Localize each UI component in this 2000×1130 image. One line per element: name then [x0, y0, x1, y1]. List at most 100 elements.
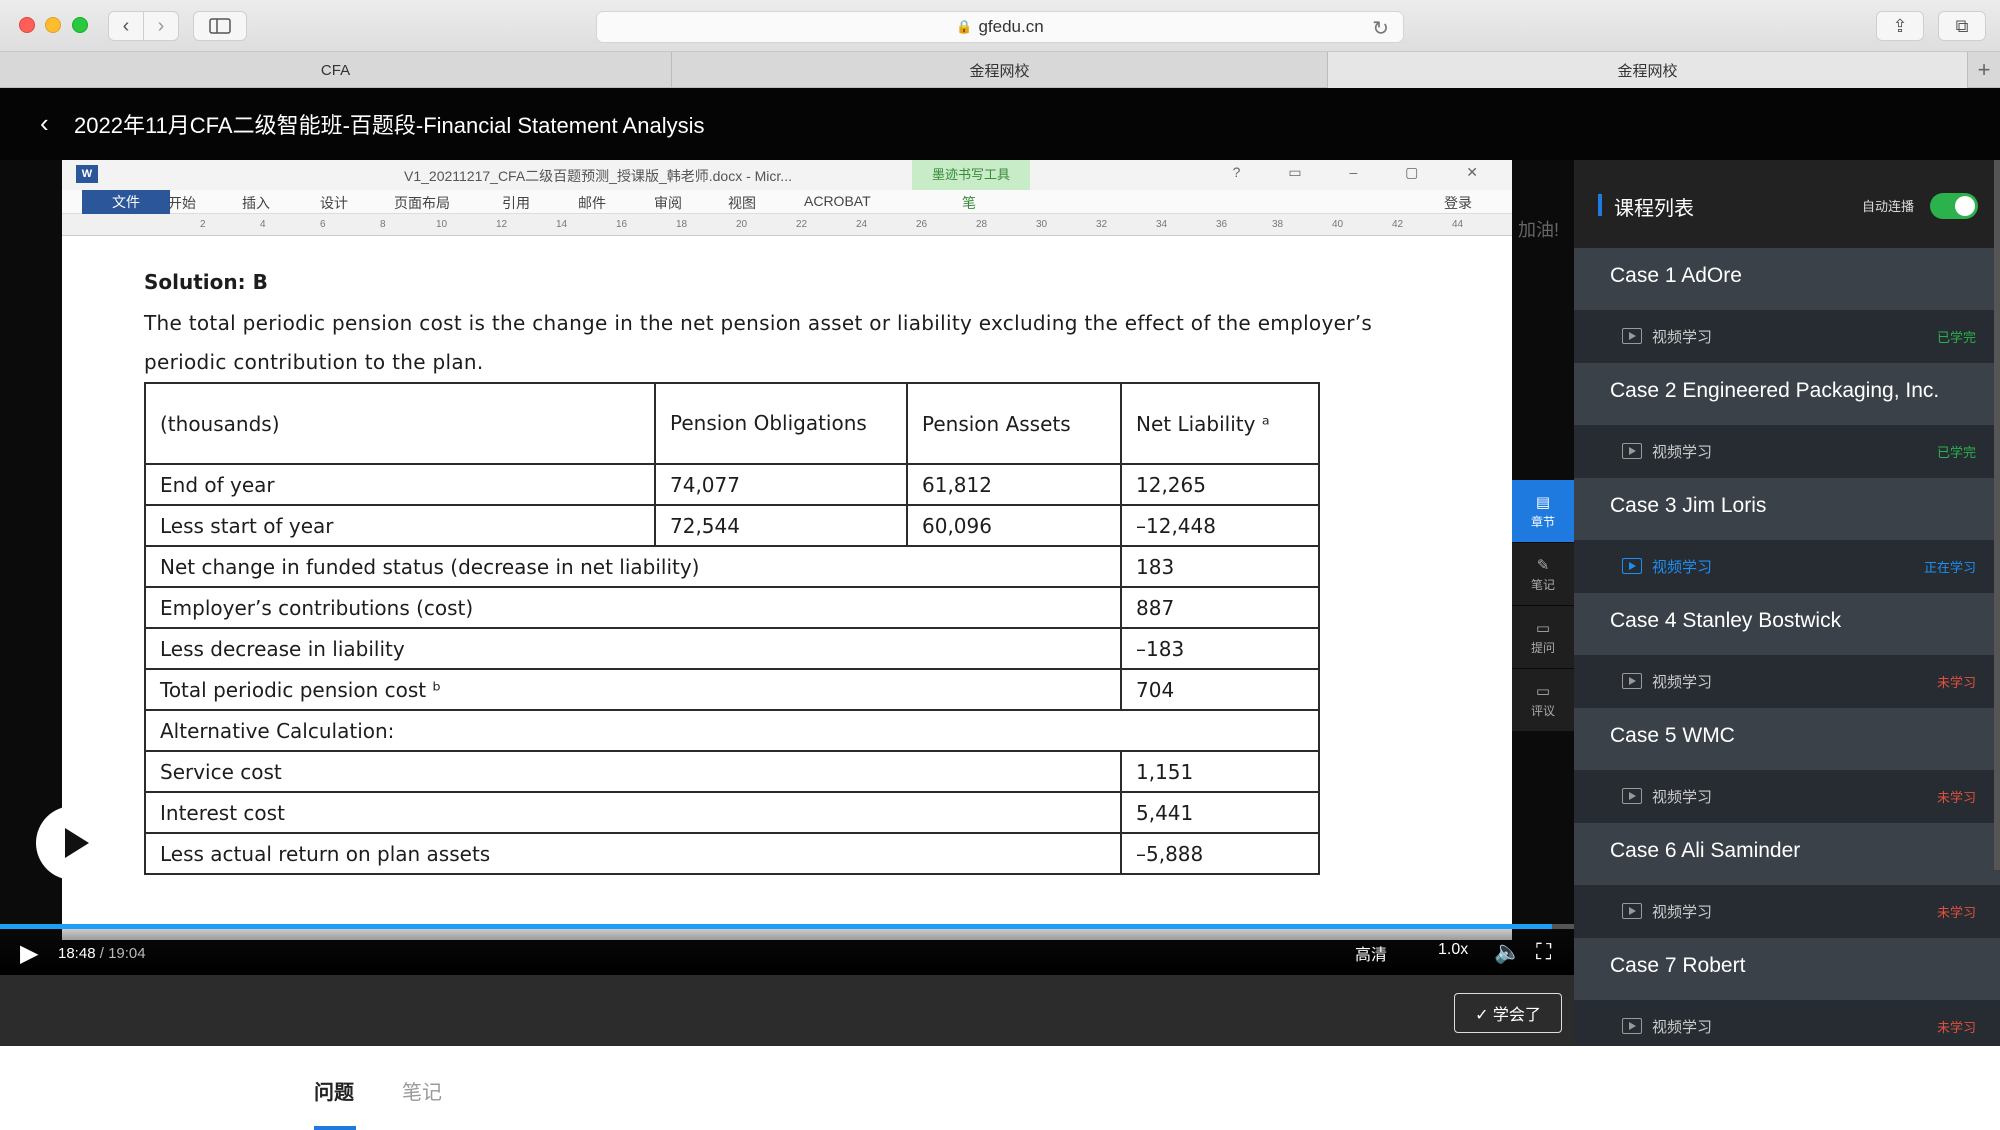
case-title[interactable]: Case 4 Stanley Bostwick [1574, 593, 2000, 655]
tab-notes[interactable]: 笔记 [402, 1076, 442, 1105]
case-video-item[interactable]: 视频学习 未学习 [1574, 655, 2000, 708]
reload-icon[interactable]: ↻ [1372, 16, 1389, 41]
speed-selector[interactable]: 1.0x [1438, 941, 1468, 959]
table-row: Less decrease in liability –183 [144, 627, 1320, 670]
volume-icon[interactable]: 🔈 [1494, 939, 1521, 965]
new-tab-button[interactable]: + [1968, 52, 2000, 87]
case-title[interactable]: Case 6 Ali Saminder [1574, 823, 2000, 885]
window-minimize-button[interactable] [45, 17, 61, 33]
share-button[interactable]: ⇪ [1876, 11, 1924, 41]
table-cell: 887 [1120, 586, 1320, 629]
autoplay-toggle[interactable] [1930, 193, 1978, 219]
table-row: Employer’s contributions (cost) 887 [144, 586, 1320, 629]
below-player-bar [0, 975, 1574, 1046]
browser-tab-1[interactable]: CFA [0, 52, 672, 88]
table-row: Total periodic pension cost ᵇ 704 [144, 668, 1320, 711]
video-player[interactable]: W V1_20211217_CFA二级百题预测_授课版_韩老师.docx - M… [0, 160, 1574, 1046]
side-note-text: 加油! [1518, 220, 1560, 240]
address-bar[interactable]: 🔒 gfedu.cn ↻ [596, 11, 1404, 43]
ruler-mark: 2 [200, 219, 206, 230]
case-title[interactable]: Case 3 Jim Loris [1574, 478, 2000, 540]
ruler-mark: 24 [856, 219, 868, 230]
ruler-mark: 26 [916, 219, 928, 230]
table-cell: Less start of year [144, 504, 656, 547]
side-tool-chapters[interactable]: ▤ 章节 [1512, 480, 1574, 542]
pension-cost-table: (thousands) Pension Obligations Pension … [144, 382, 1320, 875]
ribbon-tab: 设计 [320, 195, 348, 211]
ruler-mark: 4 [260, 219, 266, 230]
case-title[interactable]: Case 7 Robert [1574, 938, 2000, 1000]
table-header-row: (thousands) Pension Obligations Pension … [144, 382, 1320, 465]
case-block: Case 2 Engineered Packaging, Inc. 视频学习 已学完 [1574, 363, 2000, 478]
table-row: Alternative Calculation: [144, 709, 1320, 752]
case-block: Case 6 Ali Saminder 视频学习 未学习 [1574, 823, 2000, 938]
ruler-mark: 20 [736, 219, 748, 230]
ruler-mark: 16 [616, 219, 628, 230]
word-ribbon: 文件 开始 插入 设计 页面布局 引用 邮件 审阅 视图 ACROBAT 笔 登… [62, 190, 1512, 214]
word-window-controls: ? ▭ – ▢ ✕ [1232, 164, 1500, 180]
current-time: 18:48 [58, 945, 96, 962]
sidebar-icon [209, 18, 231, 34]
table-cell: 5,441 [1120, 791, 1320, 834]
browser-tabbar: CFA 金程网校 金程网校 + [0, 52, 2000, 88]
fullscreen-icon[interactable]: ⛶ [1536, 939, 1551, 965]
study-status: 已学完 [1936, 330, 1976, 345]
accent-bar [1598, 194, 1602, 216]
table-cell: 60,096 [906, 504, 1122, 547]
ruler-mark: 18 [676, 219, 688, 230]
ruler-mark: 10 [436, 219, 448, 230]
table-header-cell: Pension Obligations [654, 382, 908, 465]
back-arrow-icon[interactable]: ‹ [40, 108, 49, 139]
table-header-cell: Net Liability ᵃ [1120, 382, 1320, 465]
case-block: Case 4 Stanley Bostwick 视频学习 未学习 [1574, 593, 2000, 708]
video-item-label: 视频学习 [1652, 444, 1713, 461]
case-video-item[interactable]: 视频学习 未学习 [1574, 885, 2000, 938]
video-icon [1622, 673, 1642, 689]
time-display: 18:48 / 19:04 [58, 945, 146, 962]
table-row: Interest cost 5,441 [144, 791, 1320, 834]
back-button[interactable]: ‹ [108, 11, 144, 41]
side-tool-notes[interactable]: ✎ 笔记 [1512, 543, 1574, 605]
side-tool-comments[interactable]: ▭ 评议 [1512, 669, 1574, 731]
forward-button[interactable]: › [143, 11, 179, 41]
document-body: Solution: B The total periodic pension c… [144, 256, 1384, 875]
word-login: 登录 [1444, 195, 1472, 211]
big-play-button[interactable] [36, 806, 110, 880]
window-maximize-button[interactable] [72, 17, 88, 33]
browser-tab-3[interactable]: 金程网校 [1328, 52, 1968, 88]
sidebar-toggle-button[interactable] [193, 11, 247, 41]
case-title[interactable]: Case 5 WMC [1574, 708, 2000, 770]
tabs-icon: ⧉ [1955, 15, 1969, 36]
case-block: Case 7 Robert 视频学习 未学习 [1574, 938, 2000, 1053]
tab-questions[interactable]: 问题 [314, 1076, 354, 1105]
tab-label: 金程网校 [1617, 62, 1678, 80]
panel-scrollbar[interactable] [1994, 160, 2000, 870]
table-cell: Employer’s contributions (cost) [144, 586, 1122, 629]
study-status: 正在学习 [1923, 560, 1976, 575]
browser-tab-2[interactable]: 金程网校 [672, 52, 1328, 88]
tab-overview-button[interactable]: ⧉ [1938, 11, 1986, 41]
video-item-label: 视频学习 [1652, 789, 1713, 806]
quality-selector[interactable]: 高清 [1355, 941, 1387, 965]
table-row: Less start of year 72,544 60,096 –12,448 [144, 504, 1320, 547]
video-item-label: 视频学习 [1652, 674, 1713, 691]
case-video-item[interactable]: 视频学习 正在学习 [1574, 540, 2000, 593]
share-icon: ⇪ [1892, 15, 1908, 36]
study-status: 未学习 [1936, 675, 1976, 690]
case-video-item[interactable]: 视频学习 未学习 [1574, 770, 2000, 823]
case-block: Case 1 AdOre 视频学习 已学完 [1574, 248, 2000, 363]
study-status: 未学习 [1936, 790, 1976, 805]
case-video-item[interactable]: 视频学习 已学完 [1574, 425, 2000, 478]
browser-titlebar: ‹ › 🔒 gfedu.cn ↻ ⇪ ⧉ [0, 0, 2000, 52]
mark-learned-button[interactable]: ✓ 学会了 [1454, 993, 1562, 1033]
side-tool-questions[interactable]: ▭ 提问 [1512, 606, 1574, 668]
play-icon[interactable]: ▶ [20, 939, 38, 968]
case-title[interactable]: Case 2 Engineered Packaging, Inc. [1574, 363, 2000, 425]
ruler-mark: 12 [496, 219, 508, 230]
table-cell: End of year [144, 463, 656, 506]
case-video-item[interactable]: 视频学习 已学完 [1574, 310, 2000, 363]
window-close-button[interactable] [19, 17, 35, 33]
player-controls: ▶ 18:48 / 19:04 高清 1.0x 🔈 ⛶ [0, 929, 1574, 975]
ruler-mark: 40 [1332, 219, 1344, 230]
case-title[interactable]: Case 1 AdOre [1574, 248, 2000, 310]
